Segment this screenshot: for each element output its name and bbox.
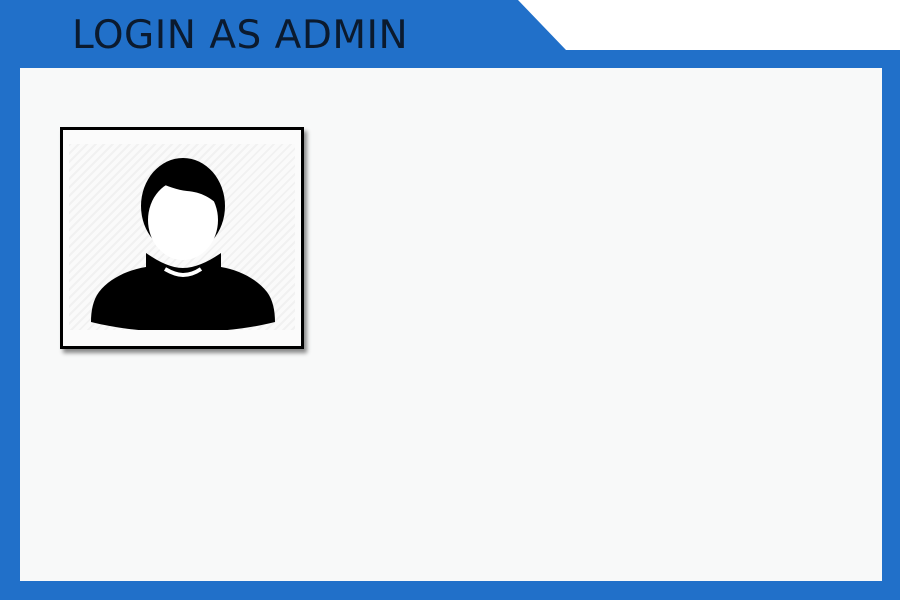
admin-avatar-card[interactable] bbox=[60, 127, 304, 349]
window-title: LOGIN AS ADMIN bbox=[72, 13, 409, 58]
login-window: LOGIN AS ADMIN bbox=[0, 0, 900, 600]
user-silhouette-icon bbox=[91, 158, 275, 330]
